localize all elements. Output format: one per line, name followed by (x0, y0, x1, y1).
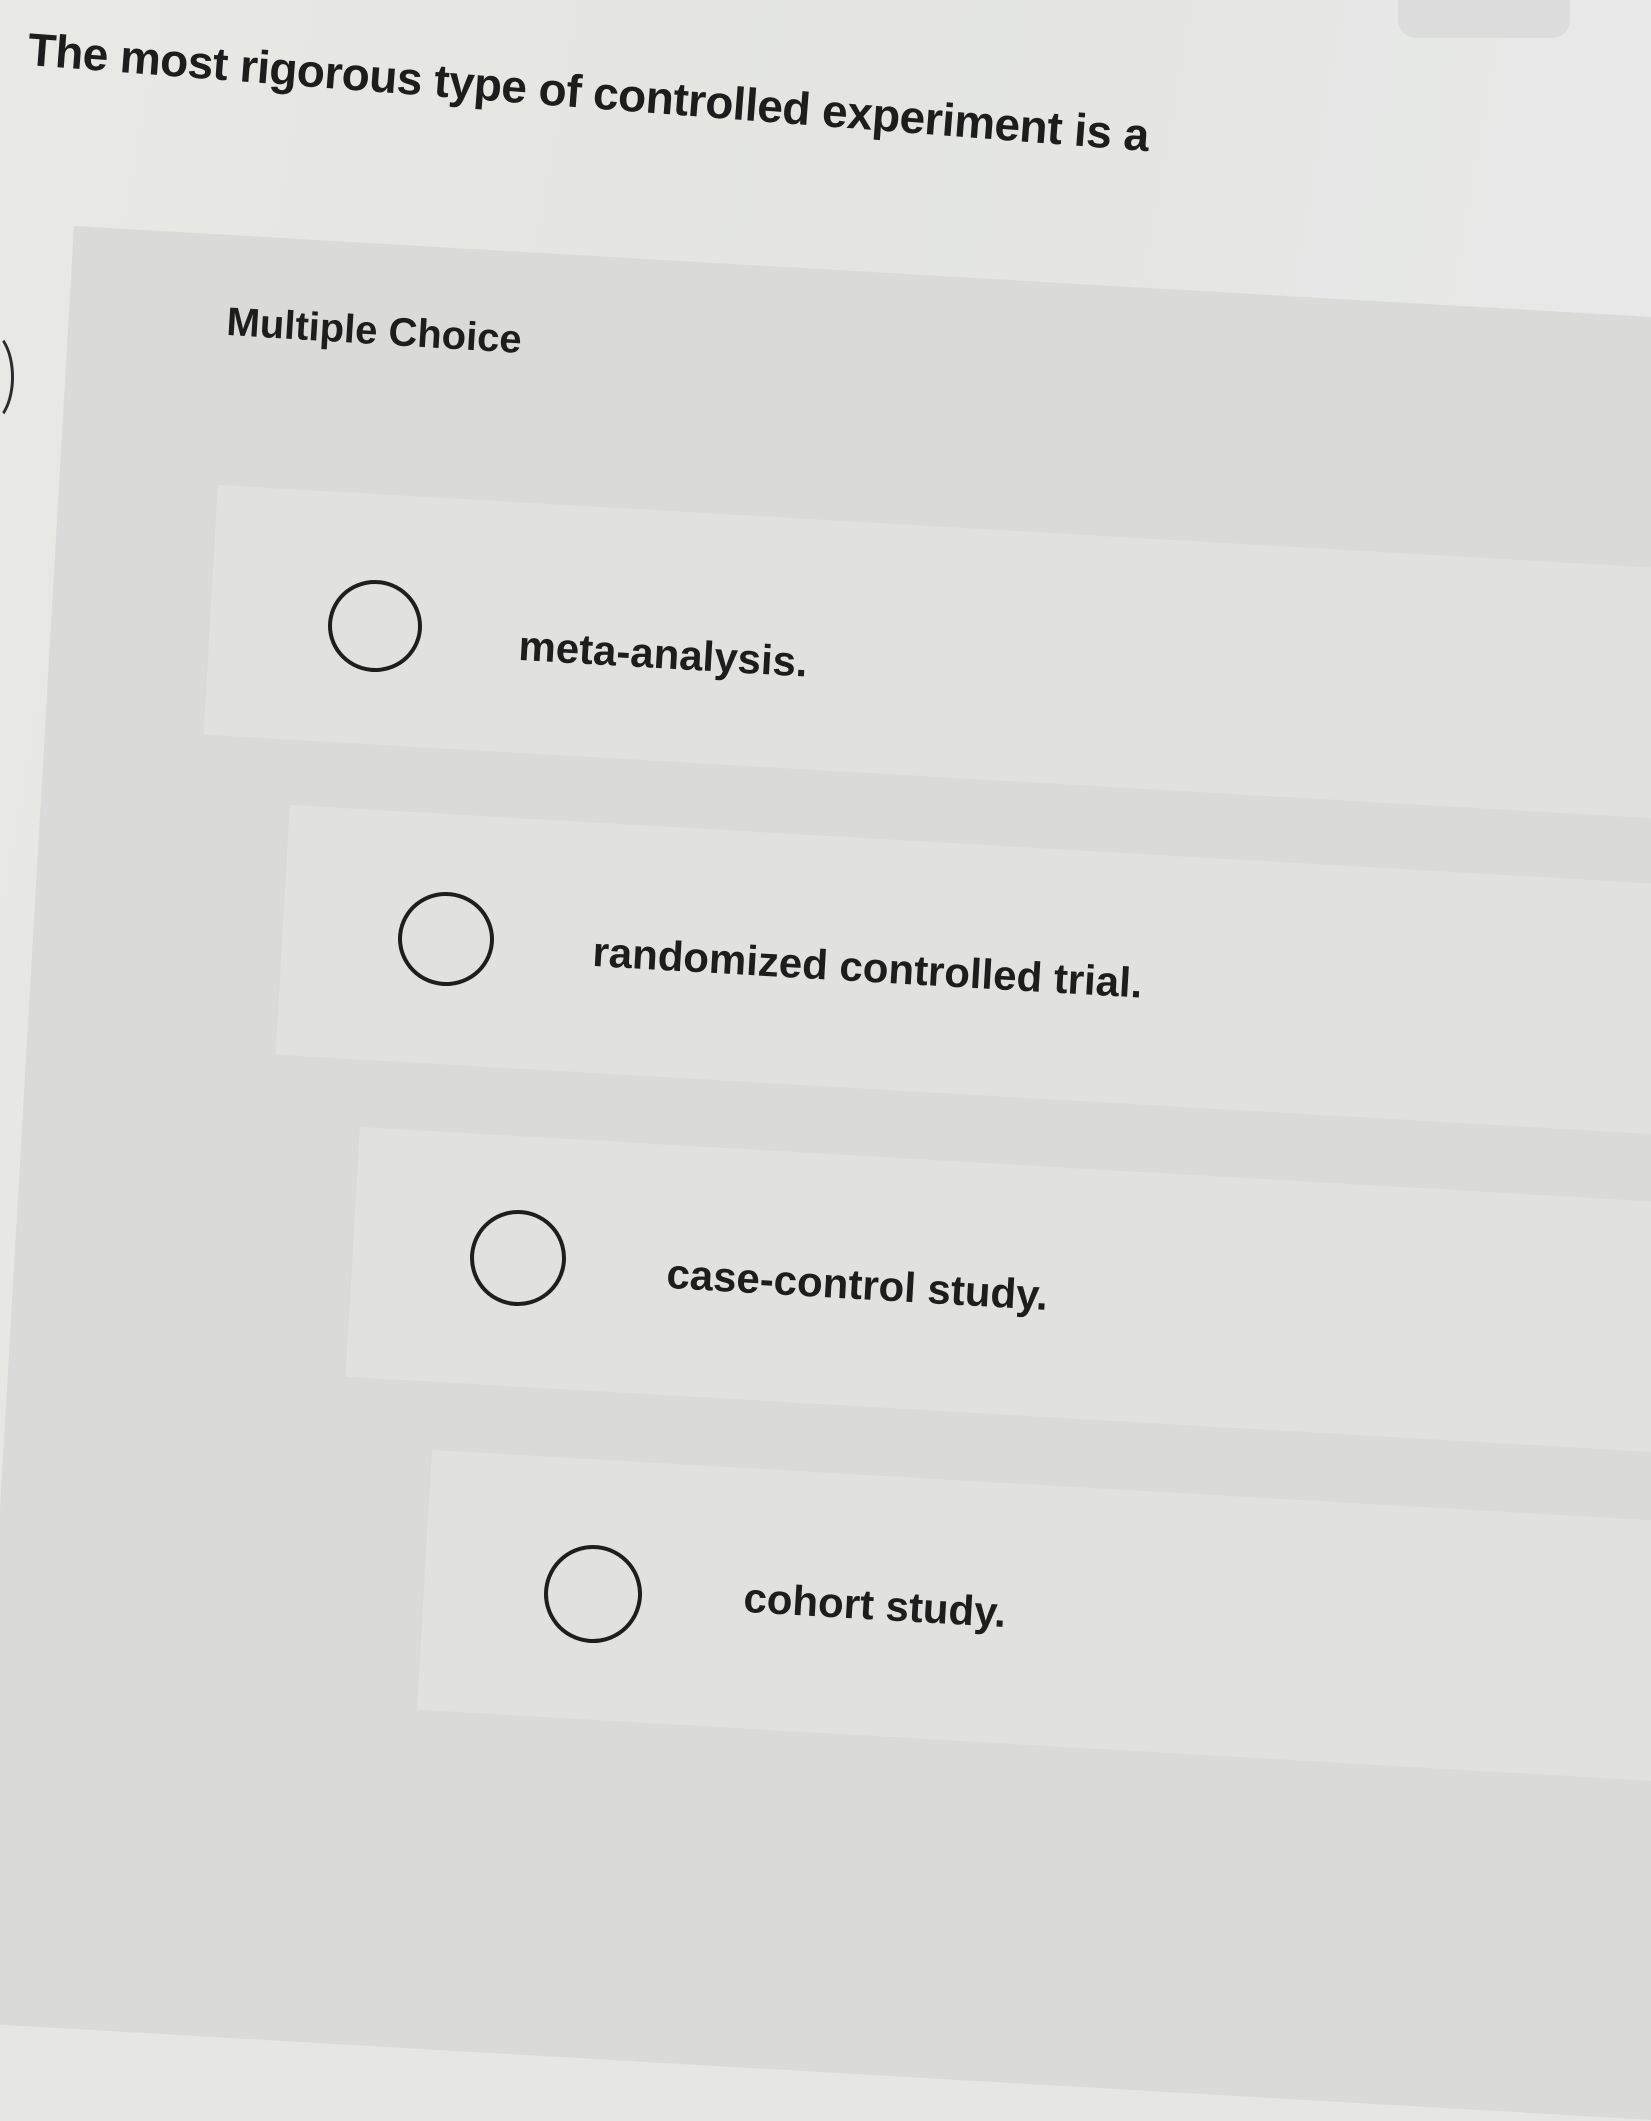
top-right-button[interactable] (1398, 0, 1570, 38)
